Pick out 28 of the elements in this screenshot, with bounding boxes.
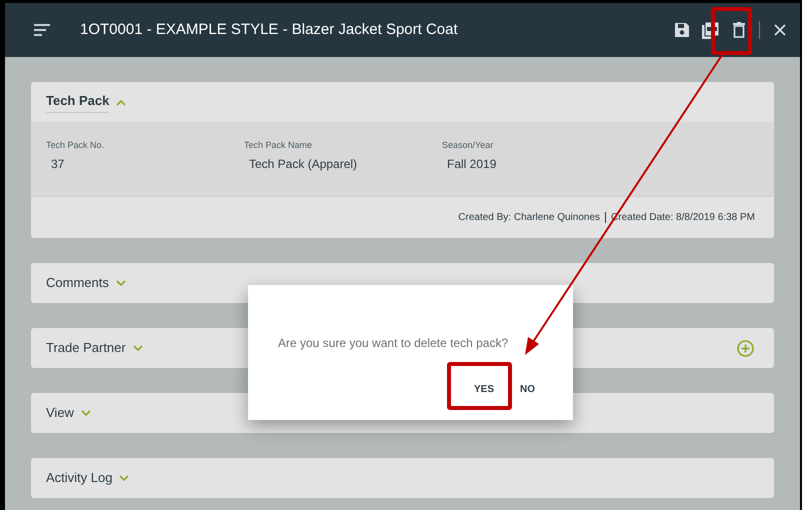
no-button[interactable]: NO bbox=[518, 382, 537, 397]
field-value: 37 bbox=[51, 156, 66, 172]
save-icon[interactable] bbox=[674, 22, 690, 38]
close-icon[interactable] bbox=[774, 24, 786, 36]
section-title[interactable]: Tech Pack bbox=[46, 91, 110, 113]
field-label: Tech Pack Name bbox=[244, 139, 314, 152]
highlight-box bbox=[447, 362, 512, 410]
section-title[interactable]: View bbox=[46, 403, 74, 423]
section-title[interactable]: Activity Log bbox=[46, 468, 112, 488]
chevron-down-icon[interactable] bbox=[119, 474, 130, 482]
section-title[interactable]: Comments bbox=[46, 273, 109, 293]
trash-icon[interactable] bbox=[733, 22, 745, 38]
created-by: Created By: Charlene Quinones bbox=[458, 211, 600, 225]
menu-icon[interactable] bbox=[34, 24, 50, 36]
field-value: Tech Pack (Apparel) bbox=[249, 156, 358, 172]
yes-button[interactable]: YES bbox=[472, 382, 496, 397]
chevron-up-icon[interactable] bbox=[116, 98, 126, 106]
window-title: 1OT0001 - EXAMPLE STYLE - Blazer Jacket Sport Coat bbox=[80, 20, 458, 40]
field-label: Tech Pack No. bbox=[46, 139, 106, 152]
chevron-down-icon[interactable] bbox=[132, 344, 143, 352]
field-value: Fall 2019 bbox=[447, 156, 498, 172]
highlight-box bbox=[711, 7, 752, 55]
chevron-down-icon[interactable] bbox=[116, 280, 126, 286]
field-label: Season/Year bbox=[442, 139, 494, 152]
chevron-down-icon[interactable] bbox=[80, 410, 91, 416]
dialog-message: Are you sure you want to delete tech pack? bbox=[278, 335, 510, 352]
add-icon[interactable] bbox=[737, 340, 754, 356]
section-title[interactable]: Trade Partner bbox=[46, 338, 126, 358]
